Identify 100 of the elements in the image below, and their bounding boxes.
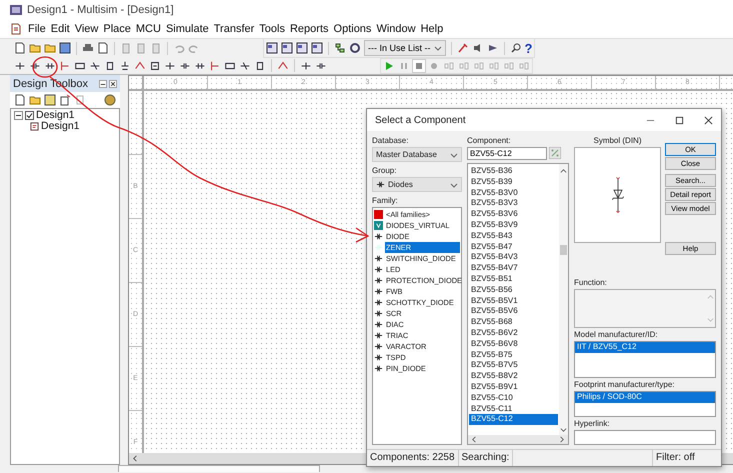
window-layout-icon[interactable] [266, 42, 278, 54]
horizontal-scrollbar[interactable] [468, 435, 568, 444]
app-icon [10, 4, 22, 16]
component-item[interactable]: BZV55-B5V6 [469, 306, 558, 318]
database-dropdown[interactable]: Master Database [372, 147, 462, 162]
folder-icon[interactable] [29, 42, 41, 54]
document-icon[interactable] [59, 94, 71, 106]
schematic-symbol-icon[interactable] [104, 60, 116, 72]
document-icon[interactable] [74, 94, 86, 106]
document-icon[interactable] [14, 94, 26, 106]
schematic-symbol-icon[interactable] [149, 60, 161, 72]
schematic-symbol-icon[interactable] [239, 60, 251, 72]
schematic-symbol-icon[interactable] [14, 60, 26, 72]
component-item[interactable]: BZV55-B6V2 [469, 328, 558, 339]
component-item[interactable]: BZV55-C11 [469, 404, 558, 414]
clipboard-icon[interactable] [150, 42, 162, 54]
diode-icon [374, 287, 383, 296]
expander-icon[interactable] [14, 110, 23, 120]
save-icon[interactable] [59, 42, 71, 54]
menu-item[interactable]: Edit [50, 23, 74, 35]
menu-item[interactable]: Transfer [212, 23, 258, 35]
all-families-icon [374, 210, 383, 219]
stop-icon[interactable] [413, 60, 425, 72]
component-item[interactable]: BZV55-B39 [469, 176, 558, 188]
in-use-list-dropdown[interactable]: --- In Use List -- [364, 40, 446, 56]
folder-icon[interactable] [29, 94, 41, 106]
schematic-symbol-icon[interactable] [89, 60, 101, 72]
close-icon[interactable] [704, 116, 713, 124]
hierarchy-icon[interactable] [334, 42, 346, 54]
component-field[interactable]: BZV55-C12 [467, 147, 547, 160]
schematic-symbol-icon[interactable] [300, 60, 312, 72]
hyperlink-field[interactable] [574, 430, 716, 445]
dialog-title: Select a Component [375, 114, 466, 126]
component-item[interactable]: BZV55-B3V0 [469, 188, 558, 198]
document-icon[interactable] [10, 23, 22, 35]
scroll-thumb[interactable] [560, 245, 567, 255]
arrow-icon[interactable] [486, 42, 499, 54]
component-item[interactable]: BZV55-C12 [469, 414, 558, 426]
schematic-symbol-icon[interactable] [254, 60, 266, 72]
menu-item[interactable]: Options [332, 23, 376, 35]
menu-item[interactable]: File [27, 23, 50, 35]
component-item[interactable]: BZV55-B9V1 [469, 382, 558, 393]
clipboard-icon[interactable] [135, 42, 147, 54]
footprint-item[interactable]: Philips / SOD-80C [575, 392, 715, 404]
field-label: Model manufacturer/ID: [574, 329, 659, 342]
component-item[interactable]: BZV55-C10 [469, 392, 558, 404]
component-item[interactable]: BZV55-B56 [469, 284, 558, 296]
component-item[interactable]: BZV55-B36 [469, 166, 558, 177]
component-item[interactable]: BZV55-B4V3 [469, 252, 558, 264]
preview-icon[interactable] [97, 42, 109, 54]
schematic-symbol-icon[interactable] [164, 60, 176, 72]
printer-icon[interactable] [82, 42, 94, 54]
tree-item[interactable]: Design1 [41, 120, 80, 132]
menu-item[interactable]: Simulate [164, 23, 213, 35]
menu-item[interactable]: Reports [288, 23, 333, 35]
maximize-icon[interactable] [675, 116, 684, 124]
component-item[interactable]: BZV55-B7V5 [469, 360, 558, 372]
component-item[interactable]: BZV55-B3V3 [469, 198, 558, 210]
field-label: Component: [467, 135, 512, 147]
window-layout-icon[interactable] [296, 42, 308, 54]
component-item[interactable]: BZV55-B4V7 [469, 263, 558, 274]
component-item[interactable]: BZV55-B5V1 [469, 296, 558, 306]
diode-icon [374, 254, 383, 263]
menu-item[interactable]: Place [102, 23, 135, 35]
vertical-scrollbar[interactable] [559, 164, 568, 435]
menu-item[interactable]: Tools [258, 23, 289, 35]
component-item[interactable]: BZV55-B3V6 [469, 209, 558, 220]
diode-icon [374, 309, 383, 318]
component-item[interactable]: BZV55-B6V8 [469, 338, 558, 350]
component-item[interactable]: BZV55-B47 [469, 242, 558, 252]
component-item[interactable]: BZV55-B8V2 [469, 371, 558, 382]
tree-item[interactable]: Design1 [36, 109, 75, 121]
globe-icon[interactable] [104, 94, 116, 106]
menu-item[interactable]: MCU [134, 23, 165, 35]
menu-item[interactable]: View [74, 23, 102, 35]
diode-icon [374, 320, 383, 329]
group-dropdown[interactable]: Diodes [372, 177, 462, 192]
probe-icon[interactable] [456, 42, 469, 54]
save-icon[interactable] [44, 94, 56, 106]
menu-item[interactable]: Help [420, 23, 448, 35]
schematic-symbol-icon[interactable] [119, 60, 131, 72]
help-icon[interactable]: ? [524, 42, 532, 54]
field-label: Database: [372, 135, 410, 147]
search-icon[interactable] [510, 42, 522, 54]
close-icon[interactable] [109, 80, 117, 88]
menu-item[interactable]: Window [375, 23, 420, 35]
component-item[interactable]: BZV55-B3V9 [469, 220, 558, 231]
caret-icon [450, 150, 458, 158]
field-label: Footprint manufacturer/type: [574, 379, 676, 392]
component-item[interactable]: BZV55-B75 [469, 350, 558, 360]
component-item[interactable]: BZV55-B68 [469, 317, 558, 328]
play-icon[interactable] [383, 60, 395, 72]
window-layout-icon[interactable] [311, 42, 323, 54]
model-item[interactable]: IIT / BZV55_C12 [575, 342, 715, 353]
component-item[interactable]: BZV55-B43 [469, 230, 558, 242]
caret-icon [450, 180, 458, 188]
document-icon[interactable] [14, 42, 26, 54]
window-layout-icon[interactable] [281, 42, 293, 54]
checkbox[interactable] [25, 110, 34, 120]
component-item[interactable]: BZV55-B51 [469, 274, 558, 285]
